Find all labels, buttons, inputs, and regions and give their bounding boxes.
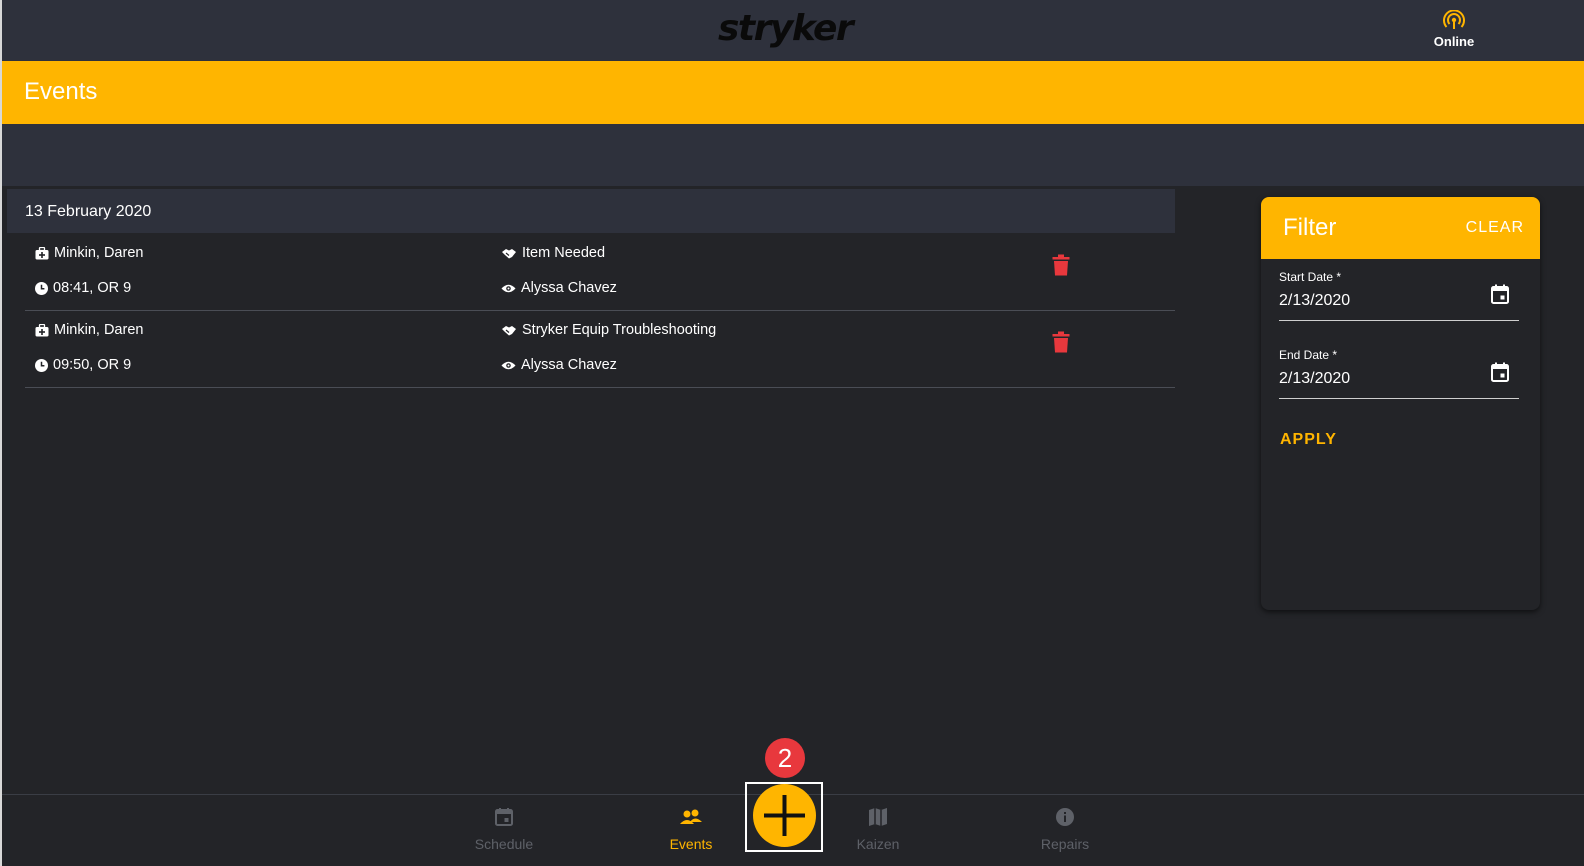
start-date-field[interactable]: Start Date * 2/13/2020 (1279, 270, 1519, 321)
filter-panel: Filter CLEAR Start Date * 2/13/2020 End … (1261, 197, 1540, 610)
calendar-icon (495, 808, 513, 826)
app-root: stryker Online Events 13 February 2020 M… (0, 0, 1584, 866)
calendar-icon[interactable] (1491, 362, 1509, 382)
handshake-icon (502, 325, 516, 335)
clock-icon (35, 281, 48, 295)
connection-status: Online (1414, 10, 1494, 49)
time-room: 08:41, OR 9 (53, 280, 132, 296)
people-icon (680, 809, 702, 824)
toolbar-band (2, 124, 1584, 186)
apply-button[interactable]: APPLY (1280, 431, 1337, 449)
nav-label: Schedule (474, 836, 534, 852)
page-header: Events (2, 61, 1584, 124)
end-date-label: End Date * (1279, 348, 1338, 362)
calendar-icon[interactable] (1491, 284, 1509, 304)
clock-icon (35, 358, 48, 372)
assigned-cell: Alyssa Chavez (501, 357, 617, 373)
handshake-icon (502, 248, 516, 258)
stryker-logo: stryker (718, 8, 854, 49)
signal-icon (1443, 10, 1465, 29)
time-cell: 08:41, OR 9 (35, 280, 131, 296)
add-event-button[interactable] (753, 784, 816, 847)
map-icon (869, 808, 887, 826)
delete-icon[interactable] (1052, 331, 1070, 353)
nav-kaizen[interactable]: Kaizen (828, 807, 928, 852)
nav-schedule[interactable]: Schedule (454, 807, 554, 852)
event-type: Item Needed (522, 245, 606, 261)
start-date-value: 2/13/2020 (1279, 292, 1351, 309)
end-date-value: 2/13/2020 (1279, 370, 1351, 387)
nav-label: Kaizen (856, 836, 900, 852)
status-label: Online (1433, 34, 1475, 49)
plus-icon (764, 795, 805, 836)
filter-header: Filter CLEAR (1261, 197, 1540, 259)
end-date-field[interactable]: End Date * 2/13/2020 (1279, 348, 1519, 399)
assigned-user: Alyssa Chavez (521, 357, 617, 373)
event-type-cell: Item Needed (501, 245, 605, 261)
step-badge: 2 (765, 738, 805, 778)
time-cell: 09:50, OR 9 (35, 357, 131, 373)
nav-repairs[interactable]: Repairs (1015, 807, 1115, 852)
eye-icon (501, 361, 516, 369)
time-room: 09:50, OR 9 (53, 357, 132, 373)
delete-icon[interactable] (1052, 254, 1070, 276)
patient-name: Minkin, Daren (54, 322, 144, 338)
nav-label: Events (669, 836, 713, 852)
assigned-user: Alyssa Chavez (521, 280, 617, 296)
medical-bag-icon (35, 246, 49, 259)
nav-label: Repairs (1040, 836, 1090, 852)
patient-cell: Minkin, Daren (35, 245, 143, 261)
date-group-header: 13 February 2020 (7, 189, 1175, 233)
patient-name: Minkin, Daren (54, 245, 144, 261)
top-bar: stryker Online (2, 0, 1584, 61)
event-row[interactable]: Minkin, Daren 09:50, OR 9 Stryker Equip … (25, 311, 1175, 388)
start-date-label: Start Date * (1279, 270, 1342, 284)
nav-events[interactable]: Events (641, 807, 741, 852)
event-type: Stryker Equip Troubleshooting (522, 322, 717, 338)
event-type-cell: Stryker Equip Troubleshooting (501, 322, 716, 338)
filter-title: Filter (1283, 214, 1337, 241)
assigned-cell: Alyssa Chavez (501, 280, 617, 296)
info-icon (1056, 808, 1074, 826)
patient-cell: Minkin, Daren (35, 322, 143, 338)
medical-bag-icon (35, 323, 49, 336)
clear-button[interactable]: CLEAR (1466, 219, 1524, 237)
page-title: Events (24, 78, 98, 105)
eye-icon (501, 284, 516, 292)
date-group-label: 13 February 2020 (25, 203, 152, 220)
event-row[interactable]: Minkin, Daren 08:41, OR 9 Item Needed Al… (25, 234, 1175, 311)
